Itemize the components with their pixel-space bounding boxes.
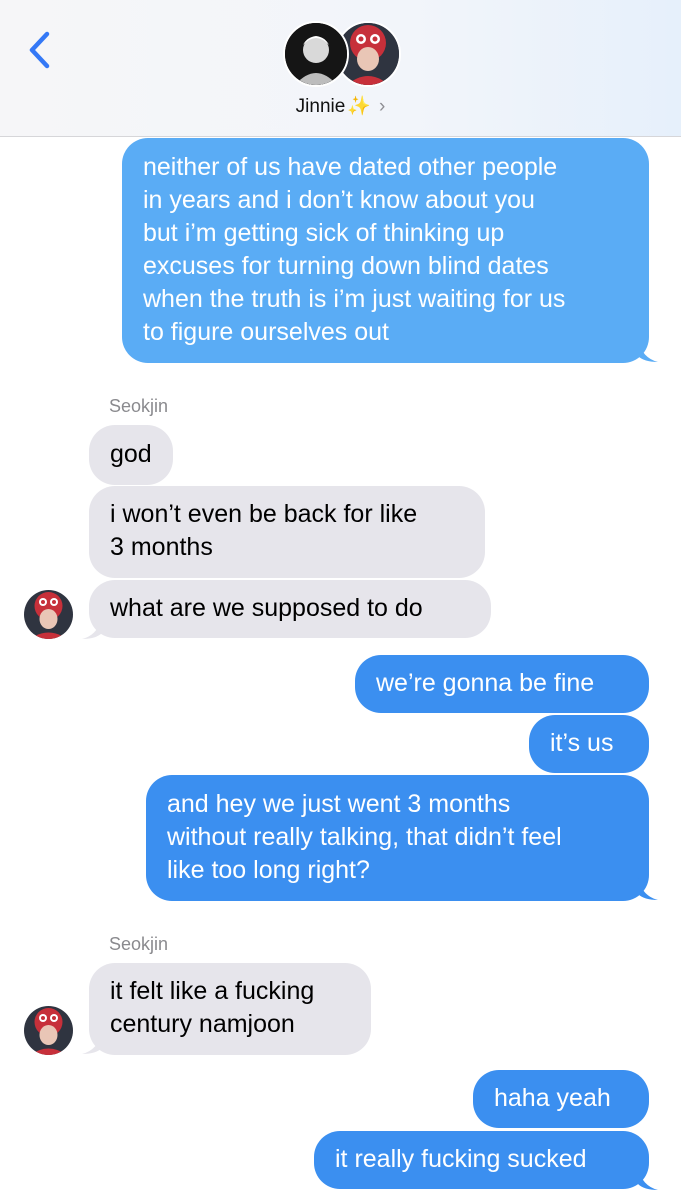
person-photo-icon xyxy=(285,23,347,85)
sender-avatar[interactable] xyxy=(24,1006,73,1055)
message-line: we’re gonna be fine xyxy=(376,669,595,697)
message-line: haha yeah xyxy=(494,1084,611,1112)
message-line: it’s us xyxy=(550,729,614,757)
message-bubble-outgoing[interactable]: haha yeah xyxy=(473,1070,649,1128)
message-line: god xyxy=(110,440,152,468)
message-bubble-incoming[interactable]: it felt like a fucking century namjoon xyxy=(89,963,371,1055)
message-line: i won’t even be back for like xyxy=(110,500,418,528)
person-photo-icon xyxy=(24,1006,73,1055)
message-line: when the truth is i’m just waiting for u… xyxy=(143,285,566,313)
message-line: like too long right? xyxy=(167,856,370,884)
message-bubble-outgoing[interactable]: neither of us have dated other people in… xyxy=(122,138,649,363)
message-line: and hey we just went 3 months xyxy=(167,790,511,818)
contact-avatar-primary xyxy=(283,21,349,87)
message-line: neither of us have dated other people xyxy=(143,153,558,181)
message-bubble-outgoing[interactable]: we’re gonna be fine xyxy=(355,655,649,713)
message-bubble-incoming[interactable]: god xyxy=(89,425,173,485)
message-line: what are we supposed to do xyxy=(110,594,423,622)
bubble-tail xyxy=(638,340,658,362)
sender-name: Seokjin xyxy=(109,396,169,416)
contact-name-row[interactable]: Jinnie ✨ › xyxy=(0,94,681,118)
message-line: but i’m getting sick of thinking up xyxy=(143,219,505,247)
message-bubble-outgoing[interactable]: and hey we just went 3 months without re… xyxy=(146,775,649,901)
message-line: excuses for turning down blind dates xyxy=(143,252,549,280)
bubble-tail xyxy=(638,1168,658,1190)
message-line: it felt like a fucking xyxy=(110,977,315,1005)
chevron-left-icon xyxy=(29,31,50,69)
message-line: in years and i don’t know about you xyxy=(143,186,535,214)
message-line: century namjoon xyxy=(110,1010,295,1038)
sender-avatar[interactable] xyxy=(24,590,73,639)
bubble-tail xyxy=(82,1032,102,1054)
sparkle-icon: ✨ xyxy=(347,96,371,117)
message-bubble-incoming[interactable]: i won’t even be back for like 3 months xyxy=(89,486,485,578)
person-photo-icon xyxy=(24,590,73,639)
contact-avatar-group[interactable] xyxy=(283,21,403,89)
conversation-header: Jinnie ✨ › xyxy=(0,0,681,137)
bubble-tail xyxy=(638,878,658,900)
message-bubble-incoming[interactable]: what are we supposed to do xyxy=(89,580,491,638)
message-line: 3 months xyxy=(110,533,213,561)
back-button[interactable] xyxy=(22,28,62,72)
message-line: it really fucking sucked xyxy=(335,1145,587,1173)
message-bubble-outgoing[interactable]: it really fucking sucked xyxy=(314,1131,649,1189)
message-line: without really talking, that didn’t feel xyxy=(167,823,562,851)
sender-name: Seokjin xyxy=(109,934,169,954)
message-bubble-outgoing[interactable]: it’s us xyxy=(529,715,649,773)
message-line: to figure ourselves out xyxy=(143,318,389,346)
bubble-tail xyxy=(82,617,102,639)
contact-name: Jinnie xyxy=(295,96,346,117)
chevron-right-icon: › xyxy=(379,96,386,117)
